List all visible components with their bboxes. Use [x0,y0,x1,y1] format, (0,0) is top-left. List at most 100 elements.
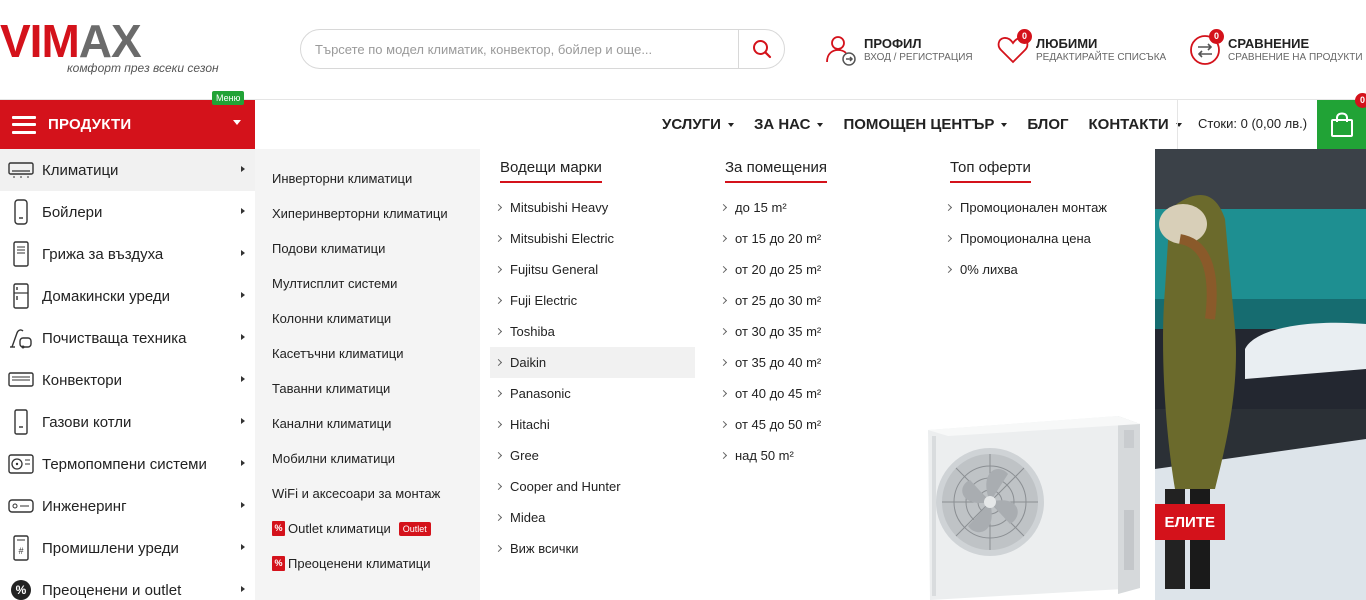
search-input[interactable] [315,30,735,68]
room-size-link[interactable]: над 50 m² [715,440,821,471]
brand-link[interactable]: Fujitsu General [490,254,695,285]
offers-heading[interactable]: Топ оферти [950,159,1031,183]
top-navigation: УСЛУГИ ЗА НАС ПОМОЩЕН ЦЕНТЪР БЛОГ КОНТАК… [662,100,1202,149]
sidebar-item-label: Газови котли [42,413,132,431]
submenu-item[interactable]: Мултисплит системи [255,266,480,301]
submenu-item-outlet[interactable]: % Outlet климатици Outlet [255,511,480,546]
chevron-right-icon [494,296,503,305]
search-box [300,29,785,69]
chevron-right-icon [241,166,245,172]
submenu-item[interactable]: Инверторни климатици [255,161,480,196]
chevron-right-icon [719,265,728,274]
chevron-right-icon [719,203,728,212]
brands-heading[interactable]: Водещи марки [500,159,602,183]
site-header: VIMAX комфорт през всеки сезон Търсете п… [0,0,1366,100]
submenu-item[interactable]: WiFi и аксесоари за монтаж [255,476,480,511]
submenu-item[interactable]: Подови климатици [255,231,480,266]
nav-help-center[interactable]: ПОМОЩЕН ЦЕНТЪР [843,116,1008,133]
hero-cta-button[interactable]: ЕЛИТЕ [1145,504,1225,540]
sidebar-item-label: Преоценени и outlet [42,581,182,599]
brand-link[interactable]: Cooper and Hunter [490,471,695,502]
sidebar-item-industrial[interactable]: # Промишлени уреди [0,527,255,569]
chevron-right-icon [241,250,245,256]
brand-link[interactable]: Fuji Electric [490,285,695,316]
submenu-item[interactable]: Таванни климатици [255,371,480,406]
sidebar-item-boilers[interactable]: Бойлери [0,191,255,233]
room-size-link[interactable]: от 35 до 40 m² [715,347,821,378]
room-size-link[interactable]: от 20 до 25 m² [715,254,821,285]
chevron-right-icon [241,544,245,550]
brand-link[interactable]: Daikin [490,347,695,378]
sidebar-item-air-conditioners[interactable]: Климатици [0,149,255,191]
cart-summary[interactable]: Стоки: 0 (0,00 лв.) [1198,116,1307,131]
logo[interactable]: VIMAX комфорт през всеки сезон [0,18,225,82]
ac-outdoor-unit-image [928,412,1154,600]
room-size-link[interactable]: от 25 до 30 m² [715,285,821,316]
favorites-link[interactable]: 0 ЛЮБИМИ РЕДАКТИРАЙТЕ СПИСЪКА [996,29,1167,70]
compare-link[interactable]: 0 СРАВНЕНИЕ СРАВНЕНИЕ НА ПРОДУКТИ [1188,29,1363,70]
chevron-right-icon [494,358,503,367]
brand-link[interactable]: Gree [490,440,695,471]
favorites-subtitle: РЕДАКТИРАЙТЕ СПИСЪКА [1036,51,1167,63]
nav-about[interactable]: ЗА НАС [754,116,824,133]
sidebar-item-air-care[interactable]: Грижа за въздуха [0,233,255,275]
brand-link[interactable]: Mitsubishi Electric [490,223,695,254]
chevron-right-icon [494,203,503,212]
sidebar-item-engineering[interactable]: Инженеринг [0,485,255,527]
chevron-right-icon [241,208,245,214]
chevron-right-icon [241,586,245,592]
chevron-right-icon [944,203,953,212]
room-size-link[interactable]: от 40 до 45 m² [715,378,821,409]
chevron-right-icon [944,234,953,243]
submenu-item[interactable]: Колонни климатици [255,301,480,336]
chevron-right-icon [494,389,503,398]
offer-link[interactable]: Промоционален монтаж [940,192,1107,223]
submenu-item-label: Преоценени климатици [288,556,431,571]
nav-blog[interactable]: БЛОГ [1027,116,1068,133]
room-size-link[interactable]: от 30 до 35 m² [715,316,821,347]
brand-link-view-all[interactable]: Виж всички [490,533,695,564]
page: VIMAX комфорт през всеки сезон Търсете п… [0,0,1366,600]
submenu-item[interactable]: Хиперинверторни климатици [255,196,480,231]
products-menu-button[interactable]: ПРОДУКТИ [0,100,255,149]
user-icon [824,33,858,67]
brand-link[interactable]: Panasonic [490,378,695,409]
chevron-right-icon [494,544,503,553]
offer-link[interactable]: 0% лихва [940,254,1107,285]
brand-link[interactable]: Midea [490,502,695,533]
submenu-item[interactable]: Канални климатици [255,406,480,441]
sidebar-item-heat-pumps[interactable]: Термопомпени системи [0,443,255,485]
room-size-link[interactable]: до 15 m² [715,192,821,223]
room-size-link[interactable]: от 45 до 50 m² [715,409,821,440]
sidebar-item-label: Почистваща техника [42,329,187,347]
convector-icon [8,367,34,393]
sidebar-item-label: Конвектори [42,371,123,389]
sidebar-item-outlet[interactable]: % Преоценени и outlet [0,569,255,600]
percent-icon: % [8,577,34,600]
chevron-right-icon [494,265,503,274]
search-button[interactable] [738,30,784,68]
chevron-down-icon [727,122,734,127]
nav-services[interactable]: УСЛУГИ [662,116,734,133]
brand-link[interactable]: Mitsubishi Heavy [490,192,695,223]
shopping-bag-icon [1330,111,1353,137]
rooms-heading[interactable]: За помещения [725,159,827,183]
sidebar-item-home-appliances[interactable]: Домакински уреди [0,275,255,317]
offer-link[interactable]: Промоционална цена [940,223,1107,254]
compare-icon: 0 [1188,29,1224,67]
divider [1177,100,1178,149]
room-size-link[interactable]: от 15 до 20 m² [715,223,821,254]
chevron-right-icon [719,296,728,305]
menu-tag-badge: Меню [212,91,245,105]
brand-link[interactable]: Hitachi [490,409,695,440]
sidebar-item-gas-boilers[interactable]: Газови котли [0,401,255,443]
sidebar-item-cleaning[interactable]: Почистваща техника [0,317,255,359]
profile-link[interactable]: ПРОФИЛ ВХОД / РЕГИСТРАЦИЯ [824,30,973,70]
sidebar-item-convectors[interactable]: Конвектори [0,359,255,401]
nav-contacts[interactable]: КОНТАКТИ [1089,116,1182,133]
submenu-item[interactable]: Касетъчни климатици [255,336,480,371]
submenu-item[interactable]: Мобилни климатици [255,441,480,476]
submenu-item-repriced[interactable]: % Преоценени климатици [255,546,480,581]
boiler-icon [8,199,34,225]
brand-link[interactable]: Toshiba [490,316,695,347]
